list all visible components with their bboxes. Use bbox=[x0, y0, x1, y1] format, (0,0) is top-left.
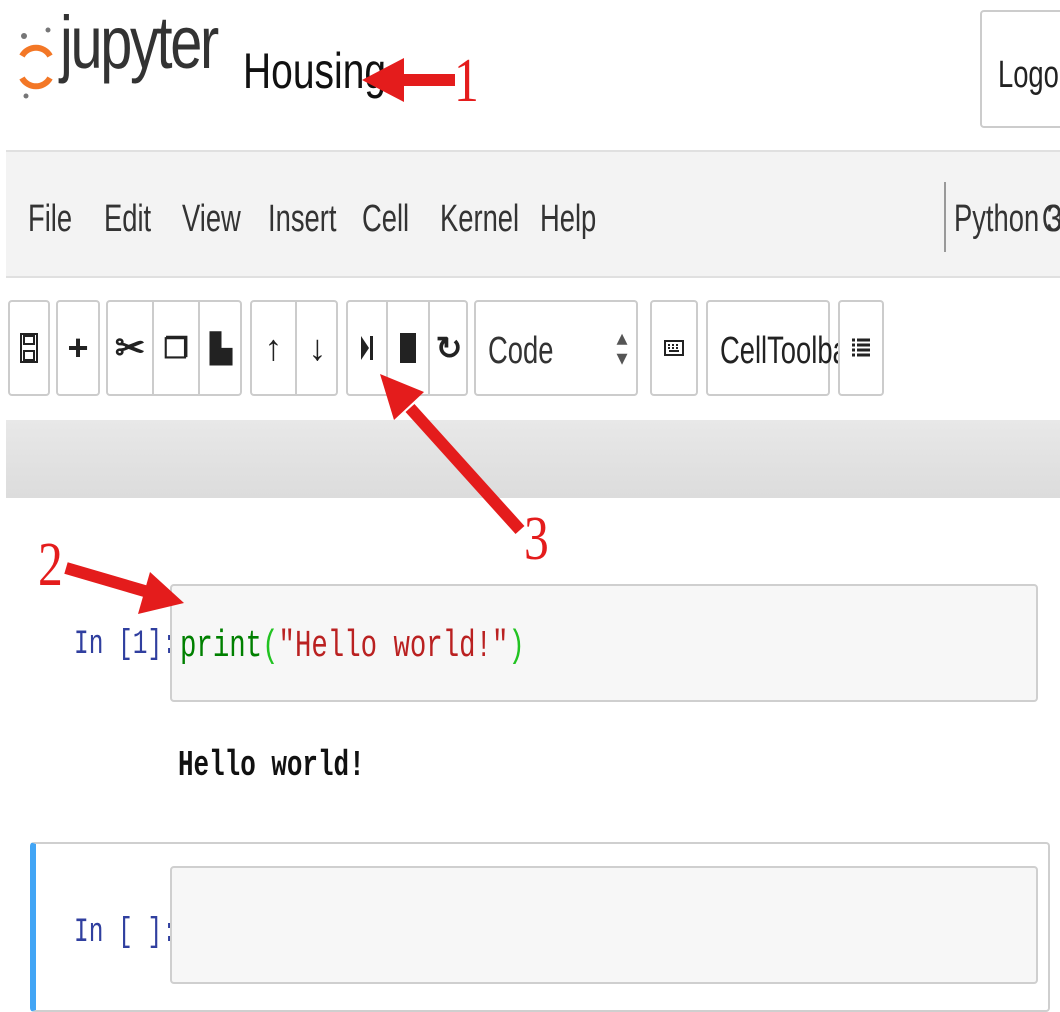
annotation-label-3: 3 bbox=[524, 505, 549, 573]
annotation-label-1: 1 bbox=[454, 47, 479, 115]
annotation-arrow-1 bbox=[362, 58, 455, 102]
annotation-arrow-3 bbox=[380, 374, 525, 535]
annotation-label-2: 2 bbox=[38, 531, 63, 599]
annotation-arrow-2 bbox=[64, 562, 184, 614]
annotation-arrows bbox=[64, 58, 525, 614]
